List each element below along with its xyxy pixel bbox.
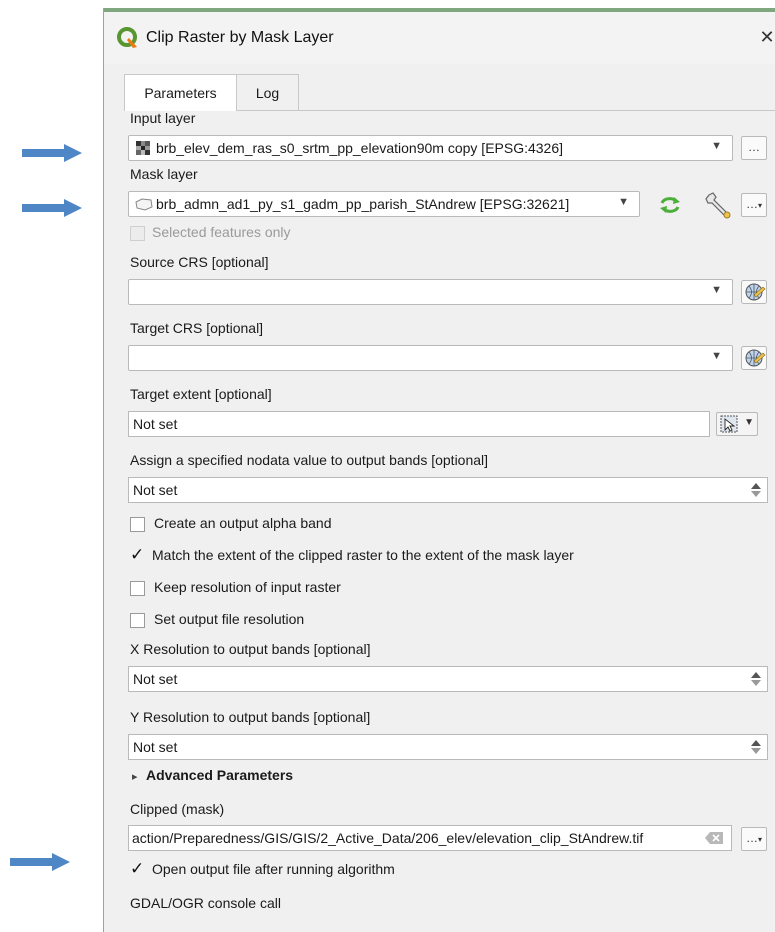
- target-extent-field[interactable]: Not set: [128, 411, 710, 437]
- spin-arrows-icon[interactable]: [749, 669, 763, 689]
- dropdown-caret-icon: ▼: [711, 140, 722, 152]
- title-bar[interactable]: Clip Raster by Mask Layer ✕: [104, 12, 775, 64]
- clipped-output-path: action/Preparedness/GIS/GIS/2_Active_Dat…: [132, 830, 644, 846]
- alpha-band-checkbox[interactable]: [130, 517, 145, 532]
- input-layer-value: brb_elev_dem_ras_s0_srtm_pp_elevation90m…: [156, 140, 564, 156]
- target-extent-value: Not set: [133, 416, 178, 432]
- clear-text-icon[interactable]: [705, 832, 723, 844]
- match-extent-label: Match the extent of the clipped raster t…: [152, 547, 574, 563]
- input-layer-browse-button[interactable]: …: [741, 136, 767, 160]
- output-browse-label: …: [745, 831, 758, 845]
- dropdown-caret-icon: ▾: [757, 835, 762, 844]
- set-resolution-label: Set output file resolution: [154, 611, 305, 627]
- keep-resolution-checkbox[interactable]: [130, 581, 145, 596]
- open-output-label: Open output file after running algorithm: [152, 861, 395, 877]
- select-on-canvas-icon: [720, 415, 738, 433]
- mask-layer-value: brb_admn_ad1_py_s1_gadm_pp_parish_StAndr…: [156, 196, 570, 212]
- iterate-features-icon[interactable]: [658, 195, 682, 215]
- target-crs-combo[interactable]: ▼: [128, 345, 733, 371]
- dropdown-caret-icon: ▼: [711, 350, 722, 362]
- input-layer-label: Input layer: [130, 110, 196, 126]
- dialog-content: Parameters Log Input layer brb_elev_dem_…: [104, 64, 775, 932]
- wrench-icon[interactable]: [704, 191, 734, 219]
- y-resolution-label: Y Resolution to output bands [optional]: [130, 709, 371, 725]
- dropdown-caret-icon: ▼: [744, 417, 754, 428]
- mask-layer-label: Mask layer: [130, 166, 198, 182]
- nodata-value: Not set: [133, 482, 178, 498]
- check-mark-icon: ✓: [130, 859, 145, 878]
- crs-selector-globe-icon[interactable]: [741, 280, 767, 304]
- mask-browse-label: …: [745, 197, 758, 211]
- x-resolution-spinbox[interactable]: Not set: [128, 666, 768, 692]
- y-resolution-value: Not set: [133, 739, 178, 755]
- source-crs-label: Source CRS [optional]: [130, 254, 269, 270]
- clipped-output-label: Clipped (mask): [130, 801, 225, 817]
- check-mark-icon: ✓: [130, 545, 145, 564]
- mask-layer-combo[interactable]: brb_admn_ad1_py_s1_gadm_pp_parish_StAndr…: [128, 191, 640, 217]
- match-extent-checkbox[interactable]: ✓: [130, 545, 145, 564]
- x-resolution-value: Not set: [133, 671, 178, 687]
- selected-features-checkbox[interactable]: [130, 226, 145, 241]
- mask-layer-browse-button[interactable]: …▾: [741, 193, 767, 217]
- target-extent-label: Target extent [optional]: [130, 386, 272, 402]
- gdal-console-label: GDAL/OGR console call: [130, 895, 281, 911]
- qgis-logo-icon: [117, 27, 137, 48]
- advanced-parameters-toggle[interactable]: Advanced Parameters: [146, 767, 293, 783]
- spin-arrows-icon[interactable]: [749, 480, 763, 500]
- selected-features-label: Selected features only: [152, 224, 291, 240]
- nodata-label: Assign a specified nodata value to outpu…: [130, 452, 489, 468]
- annotation-arrow-input-layer: [22, 144, 82, 162]
- advanced-expander-icon[interactable]: ▸: [132, 770, 138, 783]
- close-icon[interactable]: ✕: [756, 26, 775, 48]
- keep-resolution-label: Keep resolution of input raster: [154, 579, 341, 595]
- raster-layer-icon: [136, 141, 150, 155]
- crs-selector-globe-icon[interactable]: [741, 346, 767, 370]
- annotation-arrow-clipped-output: [10, 853, 70, 871]
- x-resolution-label: X Resolution to output bands [optional]: [130, 641, 371, 657]
- nodata-spinbox[interactable]: Not set: [128, 477, 768, 503]
- clip-raster-dialog: Clip Raster by Mask Layer ✕ Parameters L…: [103, 8, 775, 932]
- input-layer-combo[interactable]: brb_elev_dem_ras_s0_srtm_pp_elevation90m…: [128, 135, 733, 161]
- extent-selector-button[interactable]: ▼: [716, 412, 758, 436]
- target-crs-label: Target CRS [optional]: [130, 320, 264, 336]
- clipped-output-browse-button[interactable]: …▾: [741, 827, 767, 851]
- dropdown-caret-icon: ▼: [618, 196, 629, 208]
- tab-bar: Parameters Log: [124, 74, 775, 111]
- clipped-output-field[interactable]: action/Preparedness/GIS/GIS/2_Active_Dat…: [128, 825, 732, 851]
- source-crs-combo[interactable]: ▼: [128, 279, 733, 305]
- alpha-band-label: Create an output alpha band: [154, 515, 332, 531]
- open-output-checkbox[interactable]: ✓: [130, 859, 145, 878]
- spin-arrows-icon[interactable]: [749, 737, 763, 757]
- tab-parameters[interactable]: Parameters: [124, 74, 237, 111]
- window-title: Clip Raster by Mask Layer: [146, 29, 334, 46]
- dropdown-caret-icon: ▼: [711, 284, 722, 296]
- tab-log[interactable]: Log: [236, 74, 299, 110]
- polygon-layer-icon: [135, 198, 153, 211]
- set-resolution-checkbox[interactable]: [130, 613, 145, 628]
- annotation-arrow-mask-layer: [22, 199, 82, 217]
- parameters-panel: Input layer brb_elev_dem_ras_s0_srtm_pp_…: [124, 110, 775, 932]
- dropdown-caret-icon: ▾: [757, 201, 762, 210]
- y-resolution-spinbox[interactable]: Not set: [128, 734, 768, 760]
